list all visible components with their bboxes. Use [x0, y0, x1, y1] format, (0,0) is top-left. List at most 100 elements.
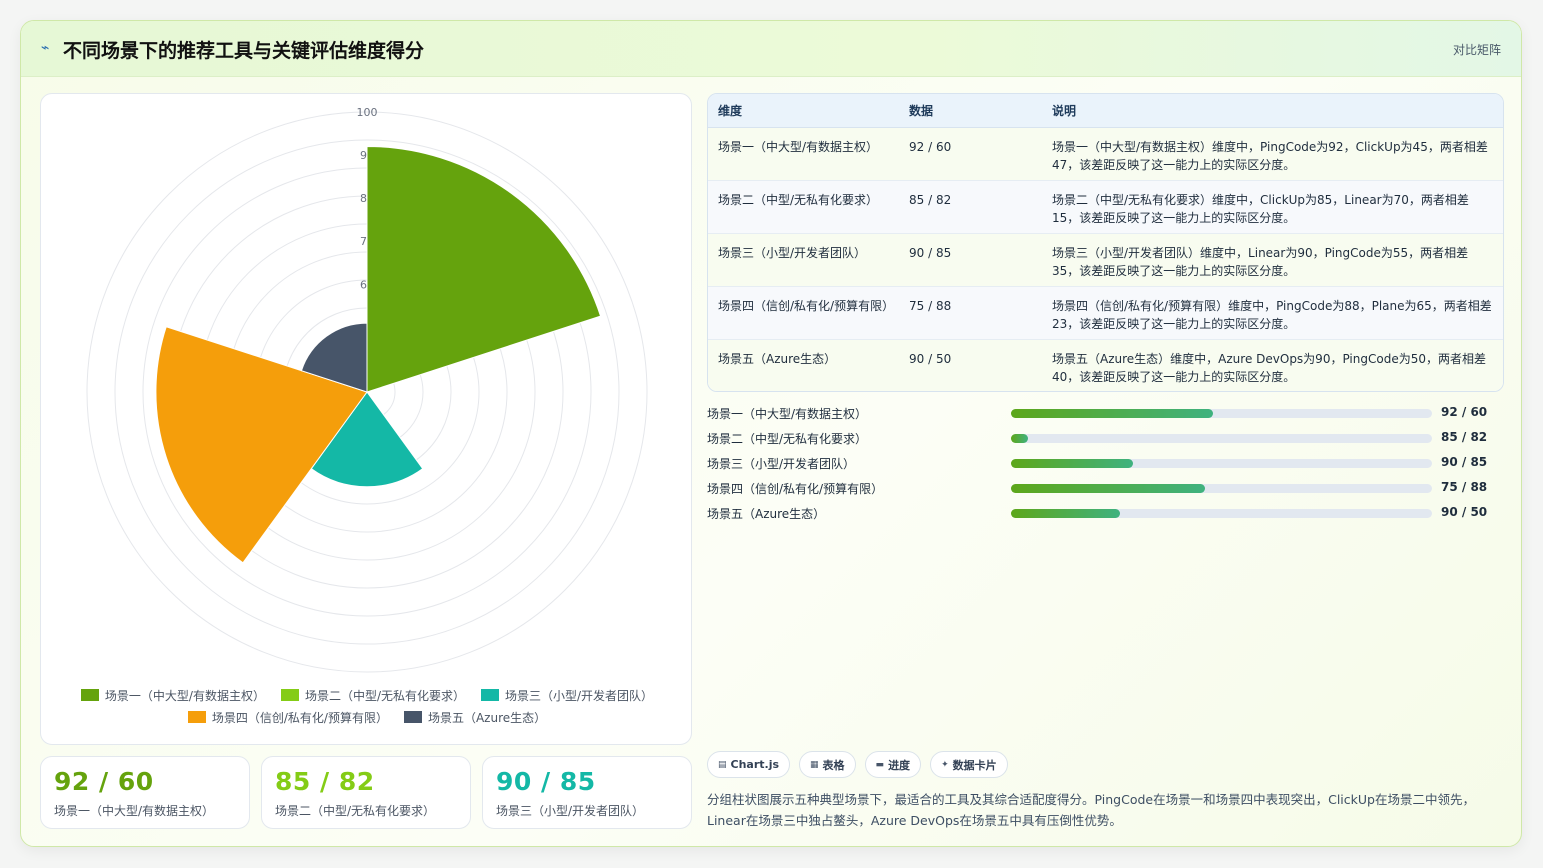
- progress-value: 90 / 50: [1441, 505, 1488, 519]
- legend-swatch: [481, 689, 500, 701]
- legend-label: 场景三（小型/开发者团队）: [505, 688, 654, 703]
- header: ⌁ 不同场景下的推荐工具与关键评估维度得分 对比矩阵: [21, 21, 1521, 77]
- progress-value: 90 / 85: [1441, 455, 1488, 469]
- view-chips: ▤ Chart.js ▦ 表格 ▬ 进度 ✦ 数据卡片: [707, 751, 1008, 778]
- chart-line-icon: ⌁: [41, 40, 50, 56]
- table-cell-data: 90 / 85: [899, 233, 1042, 287]
- table-cell-description: 场景五（Azure生态）维度中，Azure DevOps为90，PingCode…: [1042, 339, 1503, 391]
- kpi-card-scenario-1: 92 / 60 场景一（中大型/有数据主权）: [40, 756, 250, 829]
- r-tick-label: 100: [357, 106, 378, 119]
- table-cell-description: 场景二（中型/无私有化要求）维度中，ClickUp为85，Linear为70，两…: [1042, 180, 1503, 234]
- progress-label: 场景五（Azure生态）: [707, 507, 826, 521]
- legend-label: 场景二（中型/无私有化要求）: [304, 688, 466, 703]
- table-row: 场景五（Azure生态） 90 / 50 场景五（Azure生态）维度中，Azu…: [708, 339, 1503, 391]
- chip-data-cards[interactable]: ✦ 数据卡片: [930, 751, 1008, 778]
- legend-swatch: [403, 711, 422, 723]
- chip-label: 数据卡片: [952, 758, 997, 772]
- chart-legend: 场景一（中大型/有数据主权） 场景二（中型/无私有化要求） 场景三（小型/开发者…: [41, 684, 693, 728]
- chip-label: 进度: [888, 758, 911, 772]
- table-cell-dimension: 场景三（小型/开发者团队）: [708, 233, 899, 287]
- table-cell-dimension: 场景四（信创/私有化/预算有限）: [708, 286, 899, 340]
- progress-track: [1011, 459, 1432, 468]
- table-cell-description: 场景三（小型/开发者团队）维度中，Linear为90，PingCode为55，两…: [1042, 233, 1503, 287]
- kpi-value: 90 / 85: [496, 767, 596, 796]
- table-cell-description: 场景四（信创/私有化/预算有限）维度中，PingCode为88，Plane为65…: [1042, 286, 1503, 340]
- table-header-data[interactable]: 数据: [899, 94, 1042, 128]
- progress-value: 92 / 60: [1441, 405, 1488, 419]
- comparison-table: 维度 数据 说明 场景一（中大型/有数据主权） 92 / 60 场景一（中大型/…: [707, 93, 1504, 392]
- legend-label: 场景五（Azure生态）: [427, 710, 547, 725]
- kpi-value: 92 / 60: [54, 767, 154, 796]
- kpi-label: 场景三（小型/开发者团队）: [496, 804, 645, 818]
- polar-chart-panel: 1009080706050 场景一（中大型/有数据主权） 场景二（中型/无私有化…: [40, 93, 692, 745]
- footnote: 分组柱状图展示五种典型场景下，最适合的工具及其综合适配度得分。PingCode在…: [707, 792, 1475, 828]
- table-cell-data: 90 / 50: [899, 339, 1042, 391]
- legend-item-scenario-2[interactable]: 场景二（中型/无私有化要求）: [280, 687, 466, 704]
- progress-row: 场景五（Azure生态） 90 / 50: [707, 501, 1504, 526]
- table-cell-data: 92 / 60: [899, 127, 1042, 181]
- progress-fill: [1011, 434, 1028, 443]
- progress-fill: [1011, 459, 1134, 468]
- progress-label: 场景四（信创/私有化/预算有限）: [707, 482, 884, 496]
- legend-swatch: [80, 689, 99, 701]
- progress-value: 85 / 82: [1441, 430, 1488, 444]
- legend-swatch: [280, 689, 299, 701]
- legend-item-scenario-1[interactable]: 场景一（中大型/有数据主权）: [80, 687, 265, 704]
- table-cell-description: 场景一（中大型/有数据主权）维度中，PingCode为92，ClickUp为45…: [1042, 127, 1503, 181]
- table-row: 场景一（中大型/有数据主权） 92 / 60 场景一（中大型/有数据主权）维度中…: [708, 127, 1503, 181]
- legend-label: 场景四（信创/私有化/预算有限）: [211, 710, 388, 725]
- table-row: 场景二（中型/无私有化要求） 85 / 82 场景二（中型/无私有化要求）维度中…: [708, 180, 1503, 234]
- table-row: 场景三（小型/开发者团队） 90 / 85 场景三（小型/开发者团队）维度中，L…: [708, 233, 1503, 287]
- chart-icon: ▤: [718, 759, 727, 770]
- legend-item-scenario-3[interactable]: 场景三（小型/开发者团队）: [481, 687, 653, 704]
- polar-sector-1: [366, 145, 602, 393]
- page-title: 不同场景下的推荐工具与关键评估维度得分: [63, 40, 425, 62]
- table-cell-dimension: 场景二（中型/无私有化要求）: [708, 180, 899, 234]
- chip-label: 表格: [822, 758, 845, 772]
- chip-label: Chart.js: [730, 758, 780, 771]
- progress-row: 场景三（小型/开发者团队） 90 / 85: [707, 451, 1504, 476]
- progress-label: 场景一（中大型/有数据主权）: [707, 407, 868, 421]
- table-header-dimension[interactable]: 维度: [708, 94, 899, 128]
- table-cell-dimension: 场景一（中大型/有数据主权）: [708, 127, 899, 181]
- progress-row: 场景二（中型/无私有化要求） 85 / 82: [707, 426, 1504, 451]
- progress-fill: [1011, 409, 1214, 418]
- progress-row: 场景一（中大型/有数据主权） 92 / 60: [707, 401, 1504, 426]
- progress-track: [1011, 409, 1432, 418]
- progress-label: 场景二（中型/无私有化要求）: [707, 432, 868, 446]
- card-icon: ✦: [941, 759, 949, 770]
- legend-label: 场景一（中大型/有数据主权）: [104, 688, 265, 703]
- progress-value: 75 / 88: [1441, 480, 1488, 494]
- progress-label: 场景三（小型/开发者团队）: [707, 457, 856, 471]
- legend-row-1: 场景一（中大型/有数据主权） 场景二（中型/无私有化要求） 场景三（小型/开发者…: [41, 684, 693, 706]
- kpi-card-scenario-2: 85 / 82 场景二（中型/无私有化要求）: [261, 756, 471, 829]
- table-cell-data: 75 / 88: [899, 286, 1042, 340]
- progress-track: [1011, 434, 1432, 443]
- kpi-card-scenario-3: 90 / 85 场景三（小型/开发者团队）: [482, 756, 692, 829]
- table-cell-dimension: 场景五（Azure生态）: [708, 339, 899, 391]
- progress-track: [1011, 484, 1432, 493]
- kpi-value: 85 / 82: [275, 767, 375, 796]
- progress-icon: ▬: [875, 759, 885, 770]
- chip-table[interactable]: ▦ 表格: [799, 751, 856, 778]
- table-cell-data: 85 / 82: [899, 180, 1042, 234]
- table-icon: ▦: [810, 759, 819, 770]
- table-header-row: 维度 数据 说明: [708, 94, 1503, 128]
- progress-track: [1011, 509, 1432, 518]
- progress-row: 场景四（信创/私有化/预算有限） 75 / 88: [707, 476, 1504, 501]
- legend-item-scenario-4[interactable]: 场景四（信创/私有化/预算有限）: [187, 709, 388, 726]
- progress-fill: [1011, 484, 1205, 493]
- chip-chartjs[interactable]: ▤ Chart.js: [707, 751, 791, 778]
- chip-progress[interactable]: ▬ 进度: [864, 751, 922, 778]
- kpi-cards: 92 / 60 场景一（中大型/有数据主权） 85 / 82 场景二（中型/无私…: [40, 756, 692, 829]
- dashboard-card: ⌁ 不同场景下的推荐工具与关键评估维度得分 对比矩阵 1009080706050…: [20, 20, 1522, 847]
- legend-swatch: [187, 711, 206, 723]
- header-tag: 对比矩阵: [1452, 43, 1501, 57]
- progress-list: 场景一（中大型/有数据主权） 92 / 60 场景二（中型/无私有化要求） 85…: [707, 401, 1504, 526]
- table-row: 场景四（信创/私有化/预算有限） 75 / 88 场景四（信创/私有化/预算有限…: [708, 286, 1503, 340]
- polar-area-chart: 1009080706050: [86, 106, 648, 673]
- legend-item-scenario-5[interactable]: 场景五（Azure生态）: [403, 709, 547, 726]
- table-header-description[interactable]: 说明: [1042, 94, 1503, 128]
- data-table: 维度 数据 说明 场景一（中大型/有数据主权） 92 / 60 场景一（中大型/…: [708, 94, 1503, 391]
- kpi-label: 场景二（中型/无私有化要求）: [275, 804, 436, 818]
